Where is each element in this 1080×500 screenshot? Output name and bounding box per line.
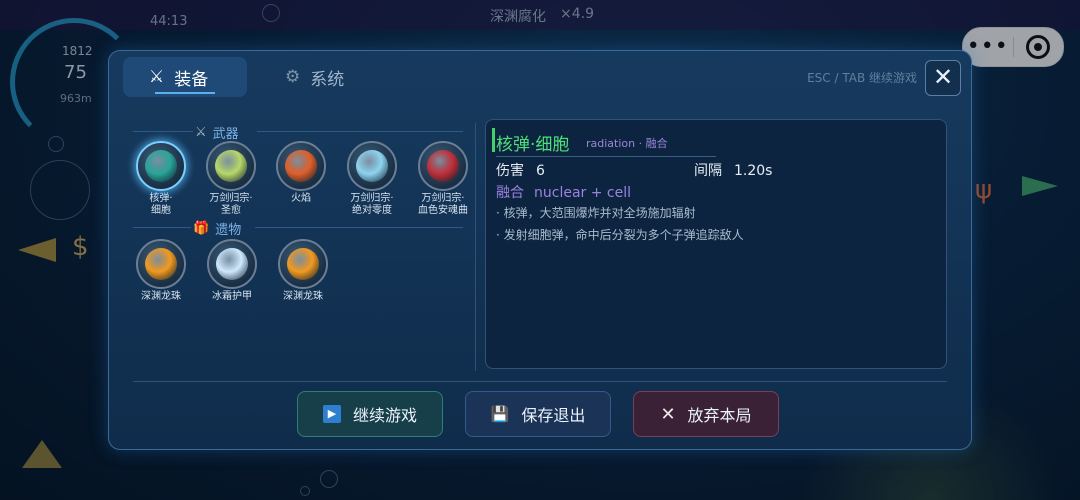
crossed-swords-icon: ⚔ <box>149 67 165 87</box>
item-glyph <box>427 150 459 182</box>
fusion-info: 融合 nuclear + cell <box>496 182 631 202</box>
item-icon <box>278 239 328 289</box>
item-detail-panel: 核弹·细胞 radiation · 融合 伤害 6 间隔 1.20s 融合 nucle… <box>485 119 947 369</box>
item-icon <box>206 141 256 191</box>
esc-hint: ESC / TAB 继续游戏 <box>807 71 917 85</box>
item-icon <box>136 239 186 289</box>
continue-game-button[interactable]: ▶ 继续游戏 <box>297 391 443 437</box>
item-glyph <box>145 248 177 280</box>
item-label: 深渊龙珠 <box>283 291 323 302</box>
item-icon <box>276 141 326 191</box>
weapon-slot[interactable]: 万剑归宗· 血色安魂曲 <box>411 141 475 217</box>
crossed-swords-icon: ⚔ <box>195 125 207 140</box>
item-glyph <box>216 248 248 280</box>
title-divider <box>496 156 716 157</box>
section-title: 武器 <box>212 127 239 142</box>
button-label: 放弃本局 <box>687 406 752 425</box>
detail-title: 核弹·细胞 <box>496 135 570 155</box>
item-label: 万剑归宗· 血色安魂曲 <box>418 193 468 216</box>
interval-value: 1.20s <box>734 163 773 179</box>
section-rule <box>255 227 463 228</box>
button-label: 继续游戏 <box>352 406 417 425</box>
interval-label: 间隔 <box>694 163 722 179</box>
description-line: · 发射细胞弹，命中后分裂为多个子弹追踪敌人 <box>496 228 744 242</box>
tab-label: 装备 <box>174 69 209 90</box>
section-rule <box>257 131 463 132</box>
damage-label: 伤害 <box>496 163 524 179</box>
title-accent-bar <box>492 128 495 152</box>
section-title: 遗物 <box>215 223 242 238</box>
item-icon <box>347 141 397 191</box>
fusion-label: 融合 <box>496 185 524 201</box>
fusion-value: nuclear + cell <box>534 185 632 201</box>
relics-section-header: 🎁 遗物 <box>193 219 241 238</box>
item-glyph <box>215 150 247 182</box>
tab-system[interactable]: ⚙ 系统 <box>279 57 389 97</box>
section-rule <box>133 227 191 228</box>
weapon-slot[interactable]: 核弹· 细胞 <box>129 141 193 217</box>
item-label: 冰霜护甲 <box>212 291 252 302</box>
button-label: 保存退出 <box>521 406 586 425</box>
section-rule <box>133 131 193 132</box>
relic-slot[interactable]: 深渊龙珠 <box>271 239 335 303</box>
item-glyph <box>145 150 177 182</box>
detail-tag: radiation · 融合 <box>586 137 668 150</box>
item-label: 火焰 <box>291 193 311 204</box>
item-icon <box>418 141 468 191</box>
item-label: 万剑归宗· 圣愈 <box>209 193 253 216</box>
item-icon <box>136 141 186 191</box>
tab-label: 系统 <box>310 69 345 90</box>
weapons-section-header: ⚔ 武器 <box>195 123 239 142</box>
item-label: 万剑归宗· 绝对零度 <box>350 193 394 216</box>
pause-modal: ⚔ 装备 ⚙ 系统 ESC / TAB 继续游戏 ✕ ⚔ 武器 核弹· 细胞 万剑… <box>108 50 972 450</box>
close-icon: ✕ <box>660 403 676 425</box>
item-label: 核弹· 细胞 <box>149 193 173 216</box>
panel-divider <box>475 123 476 371</box>
save-icon: 💾 <box>490 405 510 423</box>
interval-stat: 间隔 1.20s <box>694 160 772 180</box>
item-glyph <box>285 150 317 182</box>
damage-value: 6 <box>536 163 545 179</box>
relic-slot[interactable]: 深渊龙珠 <box>129 239 193 303</box>
item-glyph <box>356 150 388 182</box>
weapon-slot[interactable]: 火焰 <box>269 141 333 205</box>
save-and-exit-button[interactable]: 💾 保存退出 <box>465 391 611 437</box>
gear-icon: ⚙ <box>285 67 301 87</box>
active-tab-indicator <box>155 92 215 94</box>
damage-stat: 伤害 6 <box>496 160 545 180</box>
abandon-run-button[interactable]: ✕ 放弃本局 <box>633 391 779 437</box>
weapon-slot[interactable]: 万剑归宗· 圣愈 <box>199 141 263 217</box>
weapon-slot[interactable]: 万剑归宗· 绝对零度 <box>340 141 404 217</box>
relic-slot[interactable]: 冰霜护甲 <box>200 239 264 303</box>
close-button[interactable]: ✕ <box>925 60 961 96</box>
item-icon <box>207 239 257 289</box>
gift-icon: 🎁 <box>193 221 210 236</box>
item-glyph <box>287 248 319 280</box>
tab-equipment[interactable]: ⚔ 装备 <box>123 57 247 97</box>
play-icon: ▶ <box>322 405 341 423</box>
footer-divider <box>133 381 947 382</box>
description-line: · 核弹，大范围爆炸并对全场施加辐射 <box>496 206 696 220</box>
item-label: 深渊龙珠 <box>141 291 181 302</box>
